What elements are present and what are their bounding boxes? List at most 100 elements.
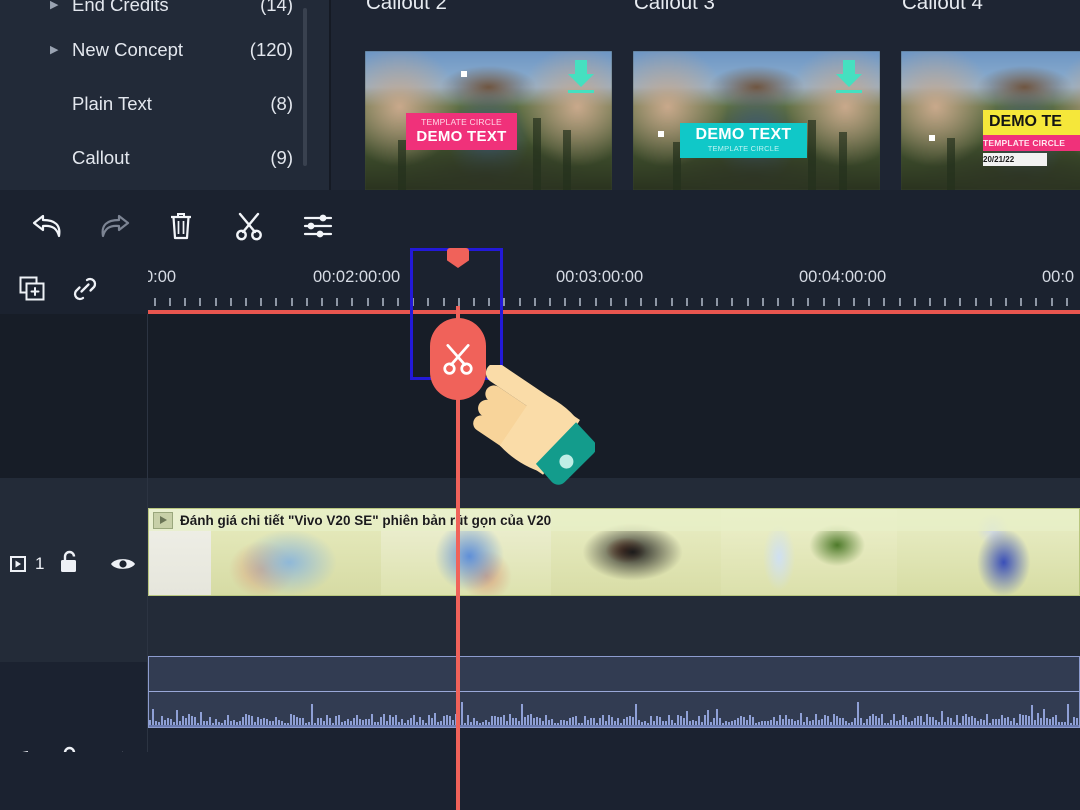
ruler-minor-tick: [564, 298, 566, 306]
timeline-panel: 0:0000:02:00:0000:03:00:0000:04:00:0000:…: [0, 262, 1080, 810]
ruler-minor-tick: [595, 298, 597, 306]
add-track-button[interactable]: [12, 271, 54, 307]
video-clip[interactable]: Đánh giá chi tiết "Vivo V20 SE" phiên bả…: [148, 508, 1080, 596]
ruler-minor-tick: [823, 298, 825, 306]
template-card-callout-2[interactable]: Callout 2 TEMPLATE CIRCLE DEMO TEXT: [332, 0, 600, 190]
playhead-handle[interactable]: [447, 248, 469, 282]
template-thumbnail[interactable]: DEMO TEXT TEMPLATE CIRCLE: [633, 51, 880, 190]
link-icon: [69, 275, 101, 303]
template-card-callout-4[interactable]: Callout 4 DEMO TE TEMPLATE CIRCLE 20/21/…: [868, 0, 1080, 190]
ruler-minor-tick: [655, 298, 657, 306]
sidebar-item-label: Callout: [72, 147, 130, 169]
ruler-minor-tick: [306, 298, 308, 306]
selection-handle[interactable]: [658, 131, 664, 137]
ruler-minor-tick: [367, 298, 369, 306]
undo-button[interactable]: [22, 200, 74, 252]
template-card-callout-3[interactable]: Callout 3 DEMO TEXT TEMPLATE CIRCLE: [600, 0, 868, 190]
ruler-minor-tick: [625, 298, 627, 306]
sidebar-item-label: New Concept: [72, 39, 183, 61]
timeline-bottom-spacer: [0, 752, 1080, 810]
overlay-date: 20/21/22: [983, 153, 1047, 166]
track-video-1[interactable]: 1: [0, 478, 1080, 662]
track-label-video-1: 1: [10, 554, 44, 574]
video-track-icon: [10, 556, 32, 572]
selection-handle[interactable]: [461, 71, 467, 77]
ruler-minor-tick: [351, 298, 353, 306]
waveform-bar: [521, 704, 523, 727]
ruler-minor-tick: [792, 298, 794, 306]
ruler-minor-tick: [929, 298, 931, 306]
sidebar-item-count: (14): [260, 0, 293, 16]
ruler-minor-tick: [899, 298, 901, 306]
download-arrow-icon[interactable]: [834, 60, 864, 96]
video-editor-window: ▶ End Credits (14) ▶ New Concept (120) P…: [0, 0, 1080, 810]
track-lock-video-1[interactable]: [58, 550, 80, 579]
ruler-minor-tick: [154, 298, 156, 306]
sidebar-item-callout[interactable]: Callout (9): [0, 131, 330, 185]
library-scrollbar[interactable]: [303, 8, 307, 166]
delete-button[interactable]: [155, 200, 207, 252]
settings-button[interactable]: [292, 200, 344, 252]
ruler-minor-tick: [1005, 298, 1007, 306]
template-thumbnail[interactable]: TEMPLATE CIRCLE DEMO TEXT: [365, 51, 612, 190]
split-button[interactable]: [223, 200, 275, 252]
ruler-minor-tick: [686, 298, 688, 306]
download-arrow-icon[interactable]: [566, 60, 596, 96]
ruler-timecode-label: 0:00: [148, 268, 176, 287]
template-text-overlay: DEMO TE TEMPLATE CIRCLE 20/21/22: [983, 110, 1080, 166]
ruler-minor-tick: [1035, 298, 1037, 306]
ruler-timecode-label: 00:0: [1042, 268, 1074, 287]
timeline-controls: [0, 262, 148, 314]
ruler-minor-tick: [534, 298, 536, 306]
sidebar-item-plain-text[interactable]: Plain Text (8): [0, 77, 330, 131]
ruler-minor-tick: [990, 298, 992, 306]
ruler-minor-tick: [579, 298, 581, 306]
sidebar-item-count: (9): [270, 147, 293, 169]
clip-title: Đánh giá chi tiết "Vivo V20 SE" phiên bả…: [180, 513, 551, 528]
template-thumbnail[interactable]: DEMO TE TEMPLATE CIRCLE 20/21/22: [901, 51, 1080, 190]
ruler-minor-tick: [169, 298, 171, 306]
ruler-minor-tick: [747, 298, 749, 306]
overlay-subtitle: TEMPLATE CIRCLE: [406, 118, 517, 127]
ruler-minor-tick: [838, 298, 840, 306]
ruler-minor-tick: [701, 298, 703, 306]
eye-icon: [110, 555, 136, 573]
redo-button[interactable]: [88, 200, 140, 252]
waveform-bar: [461, 702, 463, 727]
audio-clip[interactable]: [148, 656, 1080, 728]
track-header-video-2[interactable]: 2: [0, 314, 148, 478]
chevron-right-icon[interactable]: ▶: [50, 0, 72, 11]
ruler-minor-tick: [397, 298, 399, 306]
overlay-subtitle: TEMPLATE CIRCLE: [680, 145, 807, 153]
selection-handle[interactable]: [929, 135, 935, 141]
sidebar-item-count: (120): [250, 39, 293, 61]
waveform-bar: [857, 702, 859, 727]
audio-waveform: [149, 691, 1079, 727]
link-button[interactable]: [64, 271, 106, 307]
redo-arrow-icon: [97, 211, 131, 241]
ruler-minor-tick: [610, 298, 612, 306]
ruler-minor-tick: [777, 298, 779, 306]
timeline-ruler[interactable]: 0:0000:02:00:0000:03:00:0000:04:00:0000:…: [148, 262, 1080, 314]
track-header-video-1[interactable]: 1: [0, 478, 148, 662]
ruler-minor-tick: [853, 298, 855, 306]
ruler-minor-tick: [731, 298, 733, 306]
add-media-icon: [18, 275, 48, 303]
ruler-minor-tick: [503, 298, 505, 306]
play-icon[interactable]: [153, 512, 173, 529]
ruler-minor-tick: [260, 298, 262, 306]
ruler-minor-tick: [914, 298, 916, 306]
waveform-bar: [311, 704, 313, 727]
template-title: Callout 2: [366, 0, 447, 15]
template-grid: Callout 2 TEMPLATE CIRCLE DEMO TEXT: [332, 0, 1080, 190]
sidebar-item-new-concept[interactable]: ▶ New Concept (120): [0, 23, 330, 77]
ruler-minor-tick: [549, 298, 551, 306]
track-visibility-video-1[interactable]: [110, 555, 136, 578]
ruler-minor-tick: [959, 298, 961, 306]
panel-divider: [329, 0, 331, 190]
chevron-right-icon[interactable]: ▶: [50, 45, 72, 56]
ruler-minor-tick: [336, 298, 338, 306]
clip-title-bar: Đánh giá chi tiết "Vivo V20 SE" phiên bả…: [149, 509, 1079, 531]
ruler-minor-tick: [1066, 298, 1068, 306]
ruler-minor-tick: [199, 298, 201, 306]
